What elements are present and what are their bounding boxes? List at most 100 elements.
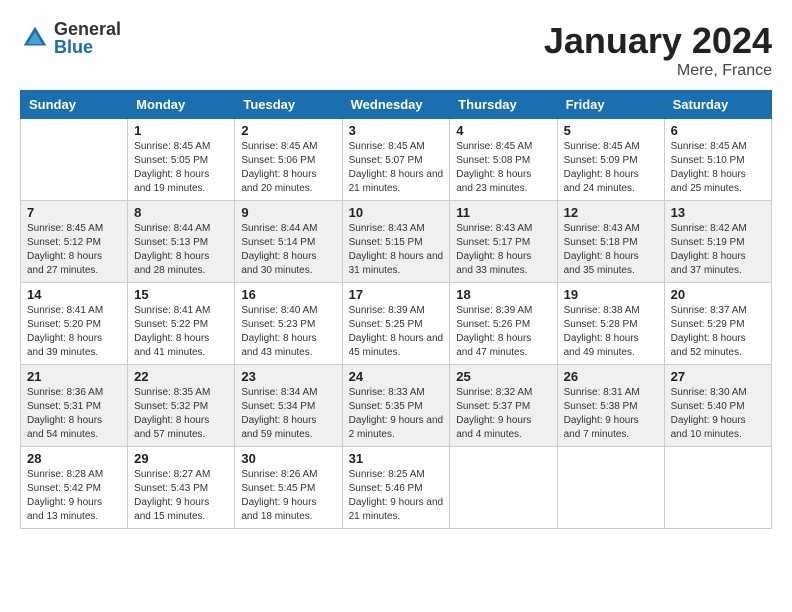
day-info: Sunrise: 8:40 AMSunset: 5:23 PMDaylight:…	[241, 304, 335, 360]
day-cell: 6Sunrise: 8:45 AMSunset: 5:10 PMDaylight…	[664, 119, 771, 201]
calendar-table: SundayMondayTuesdayWednesdayThursdayFrid…	[20, 90, 772, 529]
day-info: Sunrise: 8:44 AMSunset: 5:14 PMDaylight:…	[241, 222, 335, 278]
logo-blue: Blue	[54, 38, 121, 56]
location: Mere, France	[544, 62, 772, 80]
day-info: Sunrise: 8:36 AMSunset: 5:31 PMDaylight:…	[27, 386, 121, 442]
day-number: 24	[349, 369, 444, 384]
day-number: 10	[349, 205, 444, 220]
day-number: 29	[134, 451, 228, 466]
day-cell: 26 Sunrise: 8:31 AMSunset: 5:38 PMDayligh…	[557, 365, 664, 447]
day-info: Sunrise: 8:26 AMSunset: 5:45 PMDaylight:…	[241, 468, 335, 524]
title-block: January 2024 Mere, France	[544, 20, 772, 80]
day-cell: 11 Sunrise: 8:43 AMSunset: 5:17 PMDayligh…	[450, 201, 557, 283]
day-info: Sunrise: 8:39 AMSunset: 5:25 PMDaylight:…	[349, 304, 444, 360]
day-number: 18	[456, 287, 550, 302]
day-info: Sunrise: 8:45 AMSunset: 5:08 PMDaylight:…	[456, 140, 550, 196]
day-number: 13	[671, 205, 765, 220]
day-cell: 30 Sunrise: 8:26 AMSunset: 5:45 PMDayligh…	[235, 447, 342, 529]
day-cell: 15 Sunrise: 8:41 AMSunset: 5:22 PMDayligh…	[128, 283, 235, 365]
day-cell: 31 Sunrise: 8:25 AMSunset: 5:46 PMDayligh…	[342, 447, 450, 529]
day-info: Sunrise: 8:45 AMSunset: 5:09 PMDaylight:…	[564, 140, 658, 196]
day-number: 4	[456, 123, 550, 138]
day-cell: 4 Sunrise: 8:45 AMSunset: 5:08 PMDaylight…	[450, 119, 557, 201]
day-cell: 3Sunrise: 8:45 AMSunset: 5:07 PMDaylight…	[342, 119, 450, 201]
logo-general: General	[54, 20, 121, 38]
day-header-saturday: Saturday	[664, 91, 771, 119]
day-number: 23	[241, 369, 335, 384]
day-number: 11	[456, 205, 550, 220]
day-number: 15	[134, 287, 228, 302]
day-info: Sunrise: 8:34 AMSunset: 5:34 PMDaylight:…	[241, 386, 335, 442]
day-cell: 10 Sunrise: 8:43 AMSunset: 5:15 PMDayligh…	[342, 201, 450, 283]
day-info: Sunrise: 8:31 AMSunset: 5:38 PMDaylight:…	[564, 386, 658, 442]
day-number: 16	[241, 287, 335, 302]
day-number: 25	[456, 369, 550, 384]
day-info: Sunrise: 8:44 AMSunset: 5:13 PMDaylight:…	[134, 222, 228, 278]
day-cell: 19Sunrise: 8:38 AMSunset: 5:28 PMDayligh…	[557, 283, 664, 365]
month-title: January 2024	[544, 20, 772, 62]
day-info: Sunrise: 8:30 AMSunset: 5:40 PMDaylight:…	[671, 386, 765, 442]
day-number: 26	[564, 369, 658, 384]
day-number: 5	[564, 123, 658, 138]
day-number: 17	[349, 287, 444, 302]
day-info: Sunrise: 8:43 AMSunset: 5:17 PMDaylight:…	[456, 222, 550, 278]
day-info: Sunrise: 8:37 AMSunset: 5:29 PMDaylight:…	[671, 304, 765, 360]
week-row: 28 Sunrise: 8:28 AMSunset: 5:42 PMDayligh…	[21, 447, 772, 529]
day-cell: 18Sunrise: 8:39 AMSunset: 5:26 PMDayligh…	[450, 283, 557, 365]
day-header-thursday: Thursday	[450, 91, 557, 119]
day-number: 22	[134, 369, 228, 384]
day-cell: 23 Sunrise: 8:34 AMSunset: 5:34 PMDayligh…	[235, 365, 342, 447]
day-info: Sunrise: 8:41 AMSunset: 5:22 PMDaylight:…	[134, 304, 228, 360]
calendar-body: 1Sunrise: 8:45 AMSunset: 5:05 PMDaylight…	[21, 119, 772, 529]
day-cell	[21, 119, 128, 201]
day-header-tuesday: Tuesday	[235, 91, 342, 119]
day-header-monday: Monday	[128, 91, 235, 119]
day-number: 9	[241, 205, 335, 220]
day-number: 27	[671, 369, 765, 384]
day-number: 7	[27, 205, 121, 220]
day-info: Sunrise: 8:41 AMSunset: 5:20 PMDaylight:…	[27, 304, 121, 360]
day-cell: 5 Sunrise: 8:45 AMSunset: 5:09 PMDaylight…	[557, 119, 664, 201]
day-number: 14	[27, 287, 121, 302]
day-cell	[450, 447, 557, 529]
day-info: Sunrise: 8:28 AMSunset: 5:42 PMDaylight:…	[27, 468, 121, 524]
day-cell: 21Sunrise: 8:36 AMSunset: 5:31 PMDayligh…	[21, 365, 128, 447]
logo-icon	[20, 23, 50, 53]
day-info: Sunrise: 8:45 AMSunset: 5:06 PMDaylight:…	[241, 140, 335, 196]
day-cell: 12 Sunrise: 8:43 AMSunset: 5:18 PMDayligh…	[557, 201, 664, 283]
logo-text: General Blue	[54, 20, 121, 56]
day-cell: 13 Sunrise: 8:42 AMSunset: 5:19 PMDayligh…	[664, 201, 771, 283]
day-cell: 1Sunrise: 8:45 AMSunset: 5:05 PMDaylight…	[128, 119, 235, 201]
day-number: 28	[27, 451, 121, 466]
day-cell: 22Sunrise: 8:35 AMSunset: 5:32 PMDayligh…	[128, 365, 235, 447]
day-cell: 25 Sunrise: 8:32 AMSunset: 5:37 PMDayligh…	[450, 365, 557, 447]
week-row: 7Sunrise: 8:45 AMSunset: 5:12 PMDaylight…	[21, 201, 772, 283]
week-row: 21Sunrise: 8:36 AMSunset: 5:31 PMDayligh…	[21, 365, 772, 447]
day-cell: 2 Sunrise: 8:45 AMSunset: 5:06 PMDaylight…	[235, 119, 342, 201]
day-number: 2	[241, 123, 335, 138]
day-cell: 29 Sunrise: 8:27 AMSunset: 5:43 PMDayligh…	[128, 447, 235, 529]
day-cell: 24 Sunrise: 8:33 AMSunset: 5:35 PMDayligh…	[342, 365, 450, 447]
day-number: 12	[564, 205, 658, 220]
day-info: Sunrise: 8:45 AMSunset: 5:05 PMDaylight:…	[134, 140, 228, 196]
header-row: SundayMondayTuesdayWednesdayThursdayFrid…	[21, 91, 772, 119]
day-cell: 16 Sunrise: 8:40 AMSunset: 5:23 PMDayligh…	[235, 283, 342, 365]
day-header-wednesday: Wednesday	[342, 91, 450, 119]
week-row: 1Sunrise: 8:45 AMSunset: 5:05 PMDaylight…	[21, 119, 772, 201]
day-number: 31	[349, 451, 444, 466]
day-info: Sunrise: 8:38 AMSunset: 5:28 PMDaylight:…	[564, 304, 658, 360]
day-cell: 27 Sunrise: 8:30 AMSunset: 5:40 PMDayligh…	[664, 365, 771, 447]
day-info: Sunrise: 8:43 AMSunset: 5:15 PMDaylight:…	[349, 222, 444, 278]
day-number: 30	[241, 451, 335, 466]
calendar-header: SundayMondayTuesdayWednesdayThursdayFrid…	[21, 91, 772, 119]
day-info: Sunrise: 8:42 AMSunset: 5:19 PMDaylight:…	[671, 222, 765, 278]
day-info: Sunrise: 8:25 AMSunset: 5:46 PMDaylight:…	[349, 468, 444, 524]
day-number: 20	[671, 287, 765, 302]
day-number: 8	[134, 205, 228, 220]
day-info: Sunrise: 8:27 AMSunset: 5:43 PMDaylight:…	[134, 468, 228, 524]
day-cell: 7Sunrise: 8:45 AMSunset: 5:12 PMDaylight…	[21, 201, 128, 283]
day-info: Sunrise: 8:33 AMSunset: 5:35 PMDaylight:…	[349, 386, 444, 442]
day-cell: 9 Sunrise: 8:44 AMSunset: 5:14 PMDaylight…	[235, 201, 342, 283]
day-info: Sunrise: 8:43 AMSunset: 5:18 PMDaylight:…	[564, 222, 658, 278]
day-info: Sunrise: 8:32 AMSunset: 5:37 PMDaylight:…	[456, 386, 550, 442]
